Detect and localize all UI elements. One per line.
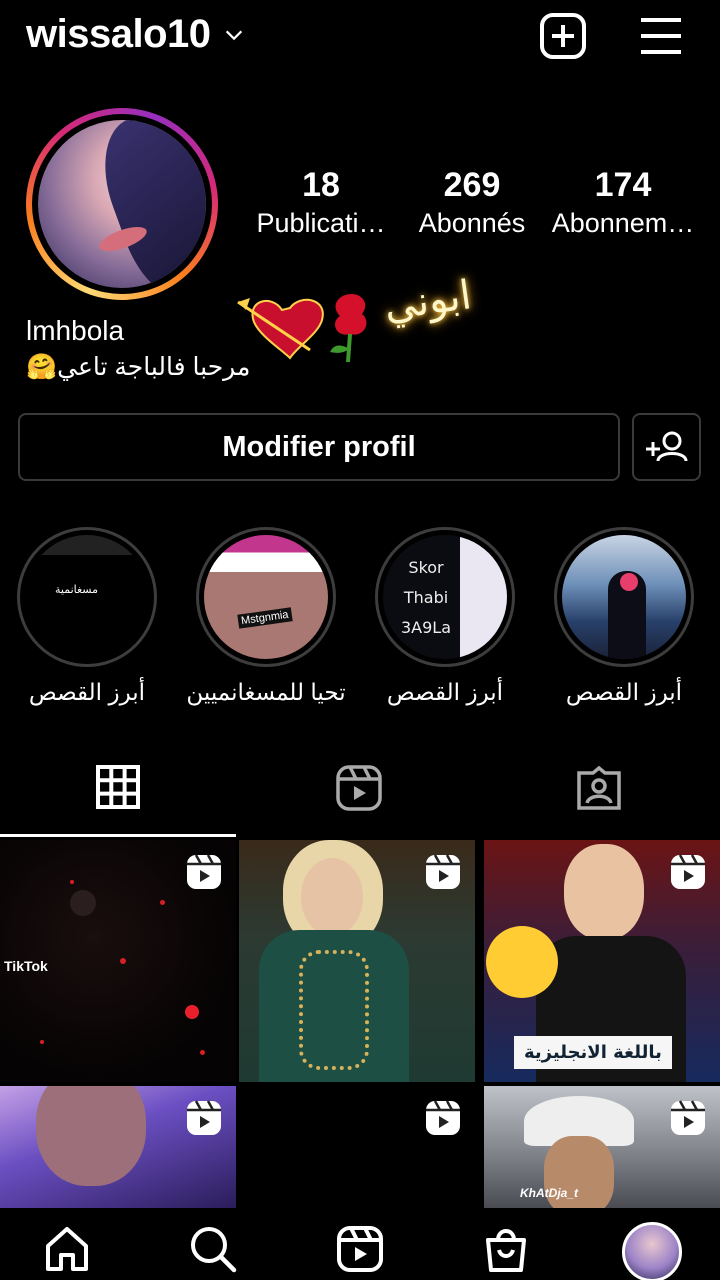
grid-post[interactable]	[0, 1086, 236, 1208]
highlight-cover-line: Thabi	[403, 588, 449, 607]
hamburger-menu-icon[interactable]	[637, 12, 685, 60]
posts-count: 18	[302, 166, 340, 204]
highlight-label: تحيا للمسغانميين	[186, 679, 346, 705]
bottom-navigation	[0, 1208, 720, 1280]
post-watermark: KhAtDja_t	[520, 1186, 579, 1200]
shop-icon[interactable]	[481, 1224, 531, 1274]
highlight-cover	[562, 535, 686, 659]
stat-followers[interactable]: 269 Abonnés	[404, 166, 540, 239]
tab-posts[interactable]	[0, 745, 240, 837]
posts-label: Publicati…	[256, 208, 386, 238]
reels-icon	[336, 765, 382, 811]
grid-post[interactable]: TikTok	[0, 840, 236, 1082]
chevron-down-icon	[225, 30, 242, 40]
stat-posts[interactable]: 18 Publicati…	[248, 166, 394, 239]
top-bar: wissalo10	[0, 0, 720, 76]
reels-icon	[187, 854, 221, 889]
add-person-icon	[646, 431, 688, 462]
highlight-4[interactable]: أبرز القصص	[544, 527, 704, 706]
bio-text: مرحبا فالباجة تاعي🤗	[26, 353, 251, 381]
following-label: Abonnem…	[551, 208, 695, 238]
reels-icon	[426, 854, 460, 889]
highlight-1[interactable]: مسغانمية أبرز القصص	[7, 527, 167, 706]
profile-tabs	[0, 745, 720, 837]
highlight-2[interactable]: Mstgnmia تحيا للمسغانميين	[186, 527, 346, 706]
active-tab-indicator	[0, 834, 236, 837]
add-post-icon[interactable]	[539, 12, 587, 60]
highlight-cover-caption: مسغانمية	[55, 584, 99, 596]
highlight-cover-line: 3A9La	[401, 618, 452, 637]
reels-icon	[187, 1100, 221, 1135]
full-name: lmhbola	[26, 315, 125, 346]
highlight-label: أبرز القصص	[565, 679, 683, 705]
highlight-label: أبرز القصص	[28, 679, 146, 705]
highlight-cover: Mstgnmia	[204, 535, 328, 659]
grid-post[interactable]: باللغة الانجليزية	[484, 840, 720, 1082]
highlight-label: أبرز القصص	[386, 679, 504, 705]
grid-icon	[96, 765, 140, 809]
tab-tagged[interactable]	[480, 745, 720, 837]
reels-icon	[426, 1100, 460, 1135]
tiktok-watermark: TikTok	[4, 958, 48, 974]
profile-tab-avatar[interactable]	[622, 1222, 682, 1280]
search-icon[interactable]	[188, 1224, 238, 1274]
post-caption: باللغة الانجليزية	[514, 1036, 672, 1069]
avatar-photo	[38, 120, 206, 288]
discover-people-button[interactable]	[632, 413, 701, 481]
highlight-cover: Skor Thabi 3A9La	[383, 535, 507, 659]
followers-count: 269	[443, 166, 501, 204]
grid-post[interactable]: KhAtDja_t	[484, 1086, 720, 1208]
grid-post[interactable]	[239, 840, 475, 1082]
reels-icon[interactable]	[335, 1224, 385, 1274]
stat-following[interactable]: 174 Abonnem…	[548, 166, 698, 239]
home-icon[interactable]	[42, 1224, 92, 1274]
grid-post[interactable]	[239, 1086, 475, 1208]
followers-label: Abonnés	[418, 208, 526, 238]
highlight-cover-caption: Mstgnmia	[237, 607, 293, 629]
reels-icon	[671, 854, 705, 889]
username: wissalo10	[26, 12, 211, 56]
tab-reels[interactable]	[240, 745, 480, 837]
tagged-icon	[577, 765, 621, 810]
reels-icon	[671, 1100, 705, 1135]
profile-avatar[interactable]	[26, 108, 218, 300]
account-switcher[interactable]: wissalo10	[26, 12, 245, 57]
highlight-cover: مسغانمية	[25, 535, 149, 659]
following-count: 174	[594, 166, 652, 204]
highlight-3[interactable]: Skor Thabi 3A9La أبرز القصص	[365, 527, 525, 706]
edit-profile-button[interactable]: Modifier profil	[18, 413, 620, 481]
highlight-cover-line: Skor	[408, 558, 444, 577]
